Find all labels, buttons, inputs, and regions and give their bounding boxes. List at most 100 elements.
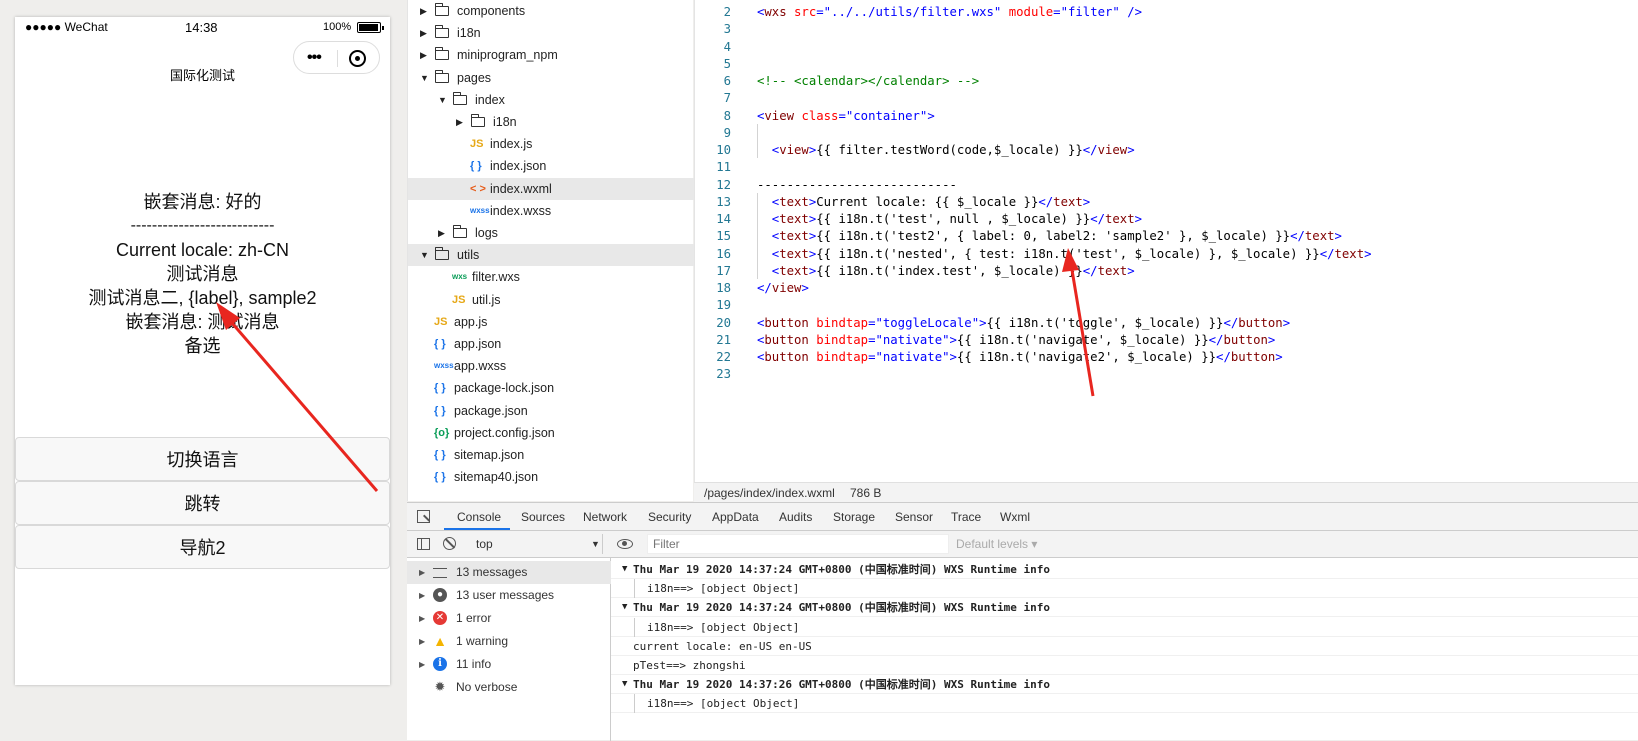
- console-filter-bug[interactable]: ✹ No verbose: [407, 676, 611, 699]
- code-line[interactable]: 7: [695, 90, 1638, 107]
- chevron-down-icon[interactable]: ▼: [420, 67, 429, 89]
- chevron-right-icon[interactable]: ▶: [419, 584, 425, 607]
- chevron-right-icon[interactable]: ▶: [419, 630, 425, 653]
- tab-console[interactable]: Console: [457, 510, 501, 524]
- chevron-right-icon[interactable]: ▶: [419, 561, 425, 584]
- console-message[interactable]: ▼ Thu Mar 19 2020 14:37:24 GMT+0800 (中国标准…: [611, 560, 1638, 579]
- tree-item-index-json[interactable]: { } index.json: [408, 155, 694, 177]
- tree-item-filter-wxs[interactable]: wxs filter.wxs: [408, 266, 694, 288]
- chevron-down-icon[interactable]: ▼: [438, 89, 447, 111]
- code-line[interactable]: 18 </view>: [695, 280, 1638, 297]
- code-line[interactable]: 8 <view class="container">: [695, 108, 1638, 125]
- tab-audits[interactable]: Audits: [779, 510, 812, 524]
- chevron-down-icon[interactable]: ▼: [420, 244, 429, 266]
- console-message-text: i18n==> [object Object]: [647, 582, 800, 596]
- code-line[interactable]: 12 ---------------------------: [695, 177, 1638, 194]
- context-select[interactable]: top ▼: [467, 534, 603, 554]
- tree-item-index[interactable]: ▼ index: [408, 89, 694, 111]
- tree-item-app-js[interactable]: JS app.js: [408, 311, 694, 333]
- tree-item-pages[interactable]: ▼ pages: [408, 67, 694, 89]
- toggle-language-button[interactable]: 切换语言: [15, 437, 390, 481]
- filter-input[interactable]: [648, 535, 948, 553]
- tree-item-index-js[interactable]: JS index.js: [408, 133, 694, 155]
- clear-console-icon[interactable]: [443, 537, 456, 550]
- console-filter-user[interactable]: ▶ ● 13 user messages: [407, 584, 611, 607]
- console-filter-list[interactable]: ▶ 13 messages: [407, 561, 611, 584]
- tab-trace[interactable]: Trace: [951, 510, 981, 524]
- code-line[interactable]: 22 <button bindtap="nativate">{{ i18n.t('…: [695, 349, 1638, 366]
- tree-item-index-wxml[interactable]: < > index.wxml: [408, 177, 694, 200]
- tree-item-logs[interactable]: ▶ logs: [408, 222, 694, 244]
- code-editor[interactable]: 2 <wxs src="../../utils/filter.wxs" modul…: [694, 0, 1638, 482]
- console-message[interactable]: ▼ Thu Mar 19 2020 14:37:26 GMT+0800 (中国标准…: [611, 675, 1638, 695]
- code-line[interactable]: 16 <text>{{ i18n.t('nested', { test: i18…: [695, 246, 1638, 263]
- tab-sources[interactable]: Sources: [521, 510, 565, 524]
- tab-security[interactable]: Security: [648, 510, 691, 524]
- tree-item-i18n[interactable]: ▶ i18n: [408, 22, 694, 44]
- tab-storage[interactable]: Storage: [833, 510, 875, 524]
- tab-wxml[interactable]: Wxml: [1000, 510, 1030, 524]
- code-line[interactable]: 10 <view>{{ filter.testWord(code,$_local…: [695, 142, 1638, 159]
- console-filter-warn[interactable]: ▶ ▲ 1 warning: [407, 630, 611, 653]
- expand-triangle-icon[interactable]: ▼: [622, 598, 627, 617]
- tree-item-app-wxss[interactable]: wxss app.wxss: [408, 355, 694, 377]
- tree-item-project-config-json[interactable]: {o} project.config.json: [408, 422, 694, 444]
- code-line[interactable]: 17 <text>{{ i18n.t('index.test', $_local…: [695, 263, 1638, 280]
- chevron-right-icon[interactable]: ▶: [420, 0, 427, 22]
- tree-item-package-json[interactable]: { } package.json: [408, 400, 694, 422]
- expand-triangle-icon[interactable]: ▼: [622, 560, 627, 579]
- tree-item-util-js[interactable]: JS util.js: [408, 289, 694, 311]
- chevron-right-icon[interactable]: ▶: [420, 44, 427, 66]
- code-line[interactable]: 20 <button bindtap="toggleLocale">{{ i18n…: [695, 315, 1638, 332]
- code-line[interactable]: 6 <!-- <calendar></calendar> -->: [695, 73, 1638, 90]
- inspect-element-icon[interactable]: [417, 510, 430, 523]
- navigate2-button[interactable]: 导航2: [15, 525, 390, 569]
- code-line[interactable]: 11: [695, 159, 1638, 176]
- console-message-text: i18n==> [object Object]: [647, 620, 800, 634]
- tree-item-utils[interactable]: ▼ utils: [408, 244, 694, 267]
- code-token: >: [949, 350, 957, 364]
- code-line[interactable]: 15 <text>{{ i18n.t('test2', { label: 0, …: [695, 228, 1638, 245]
- code-line[interactable]: 5: [695, 56, 1638, 73]
- tree-item-index-wxss[interactable]: wxss index.wxss: [408, 200, 694, 222]
- console-filter-error[interactable]: ▶ ✕ 1 error: [407, 607, 611, 630]
- chevron-right-icon[interactable]: ▶: [420, 22, 427, 44]
- tree-item-app-json[interactable]: { } app.json: [408, 333, 694, 355]
- tree-item-package-lock-json[interactable]: { } package-lock.json: [408, 377, 694, 399]
- line-number: 5: [723, 56, 731, 71]
- code-line[interactable]: 2 <wxs src="../../utils/filter.wxs" modul…: [695, 4, 1638, 21]
- chevron-right-icon[interactable]: ▶: [456, 111, 463, 133]
- tree-item-sitemap40-json[interactable]: { } sitemap40.json: [408, 466, 694, 488]
- code-line[interactable]: 3: [695, 21, 1638, 38]
- tab-sensor[interactable]: Sensor: [895, 510, 933, 524]
- tree-item-sitemap-json[interactable]: { } sitemap.json: [408, 444, 694, 466]
- code-line[interactable]: 23: [695, 366, 1638, 383]
- close-mini-program-icon[interactable]: [349, 50, 366, 67]
- tree-item-components[interactable]: ▶ components: [408, 0, 694, 22]
- tab-appdata[interactable]: AppData: [712, 510, 759, 524]
- tab-network[interactable]: Network: [583, 510, 627, 524]
- log-levels-dropdown[interactable]: Default levels ▾: [956, 537, 1037, 551]
- chevron-right-icon[interactable]: ▶: [419, 607, 425, 630]
- code-line[interactable]: 4: [695, 39, 1638, 56]
- chevron-right-icon[interactable]: ▶: [438, 222, 445, 244]
- code-line[interactable]: 13 <text>Current locale: {{ $_locale }}<…: [695, 194, 1638, 211]
- tree-item-label: index.wxss: [490, 203, 552, 218]
- console-message[interactable]: ▼ Thu Mar 19 2020 14:37:24 GMT+0800 (中国标准…: [611, 598, 1638, 618]
- code-line[interactable]: 14 <text>{{ i18n.t('test', null , $_loca…: [695, 211, 1638, 228]
- code-line[interactable]: 9: [695, 125, 1638, 142]
- live-expression-eye-icon[interactable]: [617, 539, 633, 549]
- sidebar-toggle-icon[interactable]: [417, 538, 430, 550]
- tree-item-i18n[interactable]: ▶ i18n: [408, 111, 694, 133]
- code-line[interactable]: 19: [695, 297, 1638, 314]
- console-filter-info[interactable]: ▶ i 11 info: [407, 653, 611, 676]
- caret-down-icon: ▼: [591, 539, 600, 549]
- chevron-right-icon[interactable]: ▶: [419, 653, 425, 676]
- code-line[interactable]: 21 <button bindtap="nativate">{{ i18n.t('…: [695, 332, 1638, 349]
- tree-item-miniprogram-npm[interactable]: ▶ miniprogram_npm: [408, 44, 694, 66]
- devtools-tabbar: Console Sources Network Security AppData…: [407, 503, 1638, 531]
- more-icon[interactable]: •••: [307, 49, 322, 67]
- expand-triangle-icon[interactable]: ▼: [622, 675, 627, 694]
- code-text: <button bindtap="nativate">{{ i18n.t('na…: [757, 332, 1275, 349]
- navigate-button[interactable]: 跳转: [15, 481, 390, 525]
